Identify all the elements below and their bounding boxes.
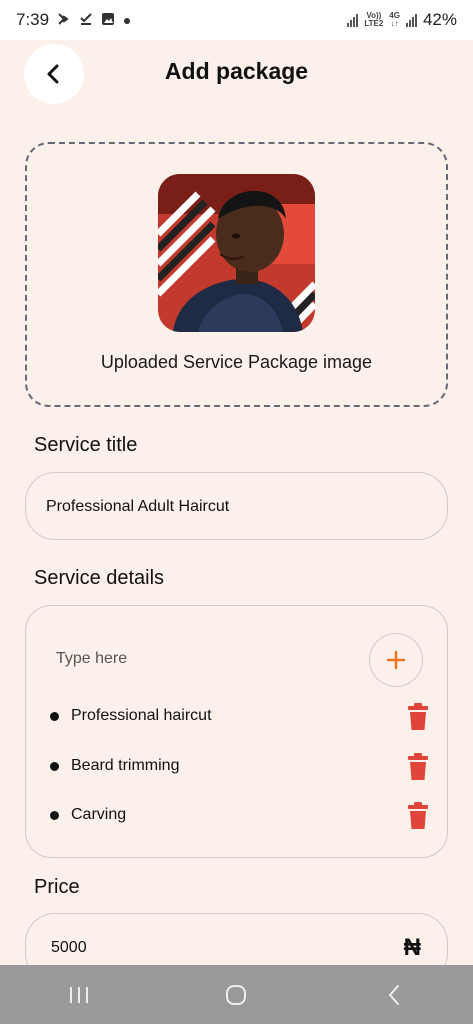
volte-indicator: Vo)) LTE2 (364, 11, 384, 28)
delete-detail-button[interactable] (406, 703, 430, 731)
network-type-indicator: 4G ↓↑ (389, 11, 400, 28)
battery-level: 42% (422, 10, 457, 29)
package-image-thumbnail (158, 174, 315, 332)
detail-label: Beard trimming (71, 757, 180, 774)
delete-detail-button[interactable] (406, 802, 430, 830)
detail-label: Professional haircut (71, 707, 212, 724)
detail-label: Carving (71, 806, 127, 823)
signal-icon (347, 13, 359, 27)
gallery-icon (101, 12, 115, 29)
recent-apps-button[interactable] (49, 975, 109, 1015)
plus-icon (386, 650, 406, 670)
home-icon (226, 984, 247, 1005)
trash-icon (408, 703, 428, 730)
service-title-label: Service title (34, 434, 138, 456)
page-title: Add package (164, 58, 309, 84)
bullet-icon (50, 810, 59, 820)
sim-icon (57, 12, 71, 29)
dot-icon (123, 12, 131, 28)
list-item: Beard trimming (50, 751, 430, 781)
recent-apps-icon (69, 986, 88, 1003)
bullet-icon (50, 711, 59, 721)
signal-icon-2 (405, 13, 417, 27)
header: Add package (0, 40, 473, 110)
bullet-icon (50, 761, 59, 771)
list-item: Professional haircut (50, 701, 430, 731)
service-title-field[interactable]: Professional Adult Haircut (25, 472, 448, 540)
service-detail-input[interactable]: Type here (56, 650, 127, 668)
delete-detail-button[interactable] (406, 753, 430, 781)
back-nav-button[interactable] (364, 975, 424, 1015)
service-details-box: Type here Professional haircut Beard tri… (25, 605, 448, 858)
check-icon (79, 12, 93, 29)
trash-icon (408, 753, 428, 780)
naira-icon: ₦ (403, 934, 421, 961)
home-button[interactable] (206, 975, 266, 1015)
upload-caption: Uploaded Service Package image (100, 352, 373, 372)
status-bar: 7:39 Vo)) LTE2 4G ↓↑ 42% (0, 0, 473, 40)
back-arrow-icon (388, 984, 400, 1005)
trash-icon (408, 802, 428, 829)
add-detail-button[interactable] (369, 633, 423, 687)
service-title-value: Professional Adult Haircut (46, 498, 230, 515)
price-value: 5000 (51, 939, 87, 956)
price-label: Price (34, 876, 80, 898)
status-time: 7:39 (16, 10, 50, 29)
image-upload-area[interactable]: Uploaded Service Package image (25, 142, 448, 407)
list-item: Carving (50, 800, 430, 830)
service-details-label: Service details (34, 567, 165, 589)
system-navigation-bar (0, 965, 473, 1024)
